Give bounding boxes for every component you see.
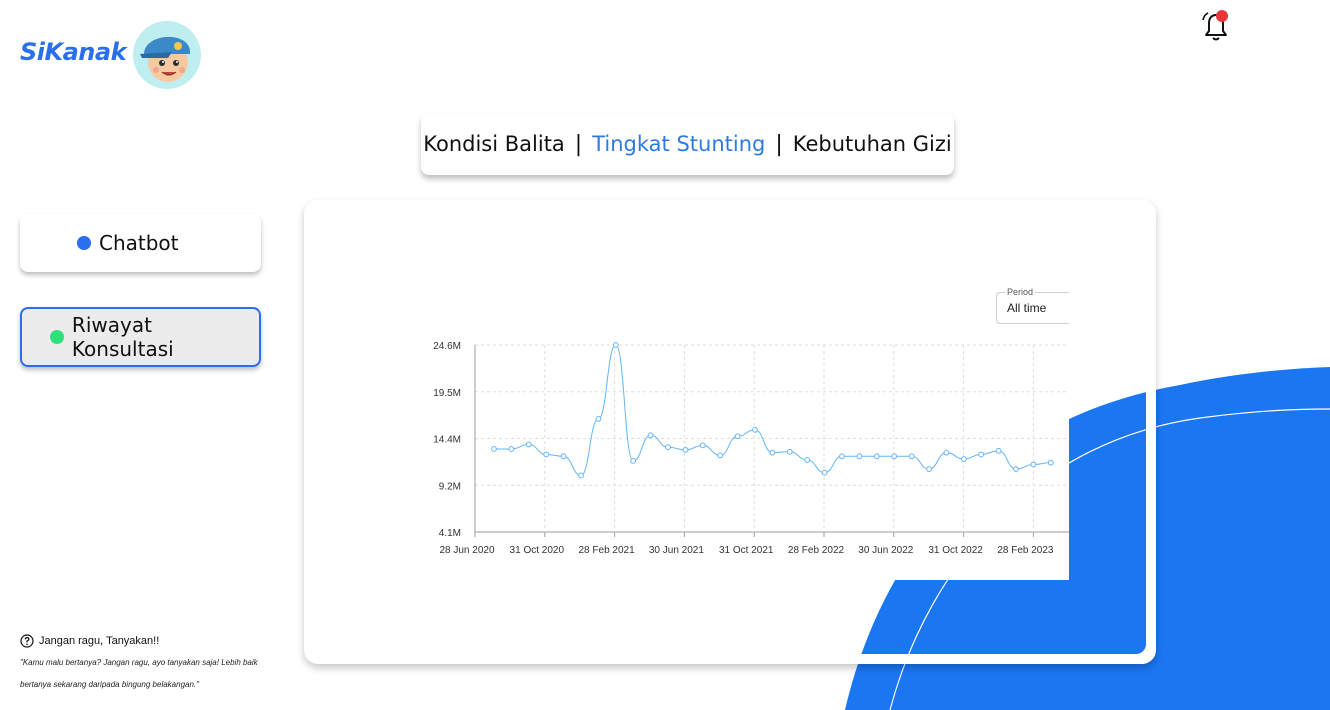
y-tick-label: 24.6M — [433, 341, 461, 352]
tab-kebutuhan-gizi[interactable]: Kebutuhan Gizi — [791, 132, 954, 156]
data-point — [630, 457, 637, 464]
data-point — [595, 415, 602, 422]
sidebar-item-riwayat-konsultasi[interactable]: Riwayat Konsultasi — [20, 307, 261, 367]
help-title: Jangan ragu, Tanyakan!! — [39, 635, 160, 647]
data-point — [926, 466, 932, 472]
data-point — [665, 444, 671, 451]
period-label: Period — [1005, 287, 1036, 297]
data-point — [525, 441, 532, 448]
data-point — [943, 449, 950, 456]
help-section: Jangan ragu, Tanyakan!! "Kamu malu berta… — [20, 634, 260, 696]
period-value: All time — [1007, 301, 1047, 315]
status-dot — [50, 330, 64, 344]
sidebar-item-label: Riwayat Konsultasi — [71, 313, 174, 361]
tab-separator: | — [775, 131, 783, 157]
period-select[interactable]: Period All time — [996, 287, 1069, 324]
sidebar-item-label: Chatbot — [99, 231, 179, 255]
data-point — [699, 442, 706, 449]
data-point — [804, 457, 811, 463]
mascot-avatar — [133, 21, 201, 89]
notification-badge — [1216, 10, 1228, 22]
x-tick-label: 30 Jun 2021 — [649, 545, 704, 556]
data-point — [543, 451, 550, 458]
x-tick-label: 28 Feb 2023 — [997, 545, 1054, 556]
data-point — [647, 432, 654, 439]
data-point — [856, 453, 863, 460]
data-point — [1047, 459, 1054, 466]
data-point — [508, 446, 515, 452]
tab-kondisi-balita[interactable]: Kondisi Balita — [421, 132, 567, 156]
x-tick-label: 31 Oct 2020 — [510, 545, 565, 556]
bell-icon[interactable] — [1200, 8, 1232, 44]
data-point — [1013, 466, 1019, 472]
data-point — [560, 453, 567, 460]
data-point — [839, 453, 845, 460]
data-point — [682, 447, 689, 453]
x-tick-label: 30 Jun 2022 — [858, 545, 913, 556]
status-dot — [77, 236, 91, 250]
data-point — [734, 433, 741, 440]
question-circle-icon — [20, 634, 34, 648]
x-tick-label: 28 Feb 2021 — [579, 545, 636, 556]
data-point — [786, 448, 793, 455]
y-tick-label: 9.2M — [439, 481, 461, 492]
data-point — [873, 453, 880, 460]
data-point — [891, 453, 898, 460]
tab-tingkat-stunting[interactable]: Tingkat Stunting — [590, 132, 767, 156]
data-point — [908, 453, 915, 460]
data-point — [821, 469, 828, 476]
tab-bar: Kondisi Balita | Tingkat Stunting | Kebu… — [421, 113, 954, 175]
x-tick-label: 31 Oct 2021 — [719, 545, 774, 556]
series-line — [494, 344, 1051, 476]
brand-logo[interactable]: SiKanak — [20, 38, 127, 66]
data-point — [1030, 461, 1037, 468]
tab-separator: | — [574, 131, 583, 157]
x-tick-label: 28 Feb 2022 — [788, 545, 845, 556]
y-tick-label: 19.5M — [433, 388, 461, 399]
stunting-chart: 4.1M 9.2M 14.4M 19.5M 24.6M 28 Jun 2020 31 Oct… — [420, 285, 1069, 580]
data-point — [769, 449, 776, 456]
x-tick-label: 31 Oct 2022 — [928, 545, 983, 556]
data-point — [578, 472, 584, 479]
data-point — [752, 426, 758, 433]
y-tick-label: 14.4M — [433, 435, 461, 446]
data-point — [995, 447, 1002, 454]
data-point — [978, 451, 985, 458]
help-body: "Kamu malu bertanya? Jangan ragu, ayo ta… — [20, 658, 258, 689]
data-point — [960, 456, 967, 462]
sidebar-item-chatbot[interactable]: Chatbot — [20, 214, 261, 272]
x-tick-label: 28 Jun 2020 — [439, 545, 494, 556]
data-point — [612, 342, 619, 348]
y-tick-label: 4.1M — [439, 528, 461, 539]
line-chart: 4.1M 9.2M 14.4M 19.5M 24.6M 28 Jun 2020 31 Oct… — [433, 341, 1069, 556]
data-point — [491, 446, 497, 452]
data-point — [717, 452, 724, 459]
